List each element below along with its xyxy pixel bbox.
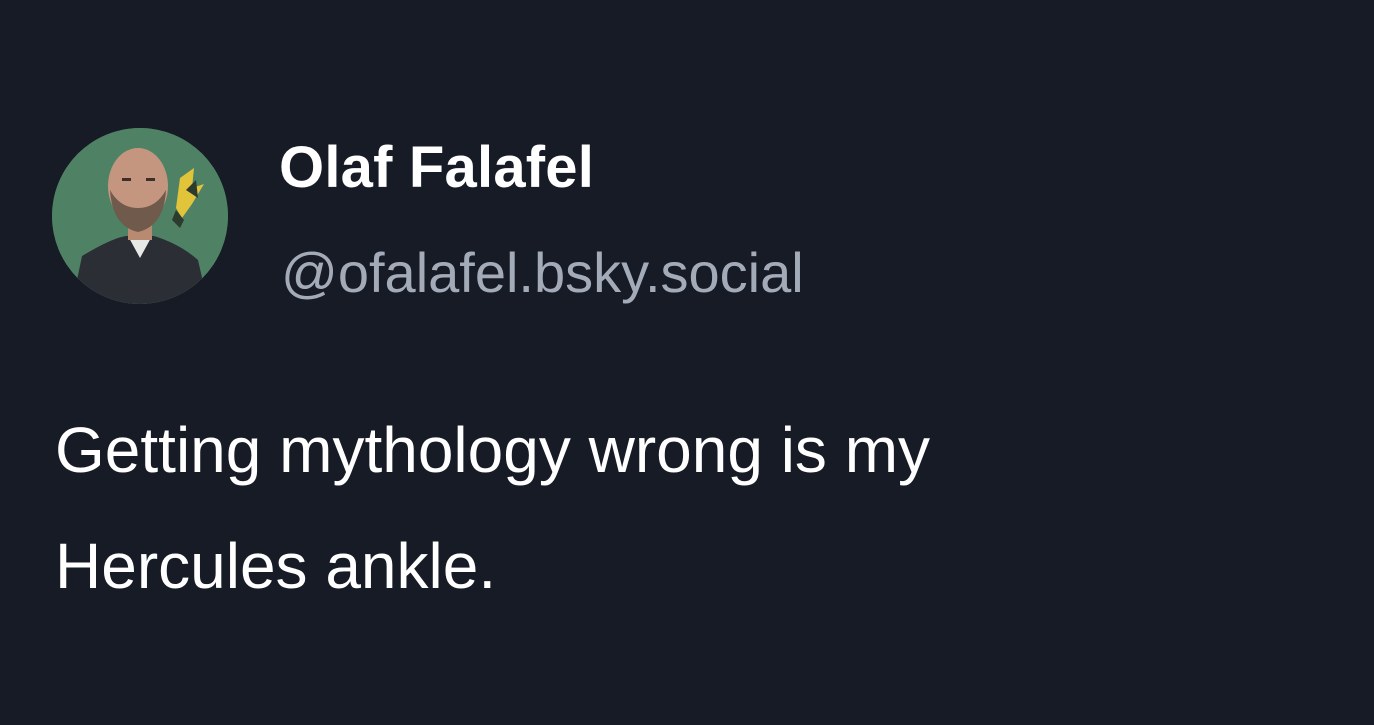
avatar-photo: [52, 128, 228, 304]
author-handle[interactable]: @ofalafel.bsky.social: [281, 233, 804, 313]
avatar[interactable]: [52, 128, 228, 304]
post-card: Olaf Falafel @ofalafel.bsky.social Getti…: [0, 0, 1374, 725]
author-display-name[interactable]: Olaf Falafel: [279, 128, 594, 208]
post-body-text: Getting mythology wrong is my Hercules a…: [55, 414, 930, 602]
